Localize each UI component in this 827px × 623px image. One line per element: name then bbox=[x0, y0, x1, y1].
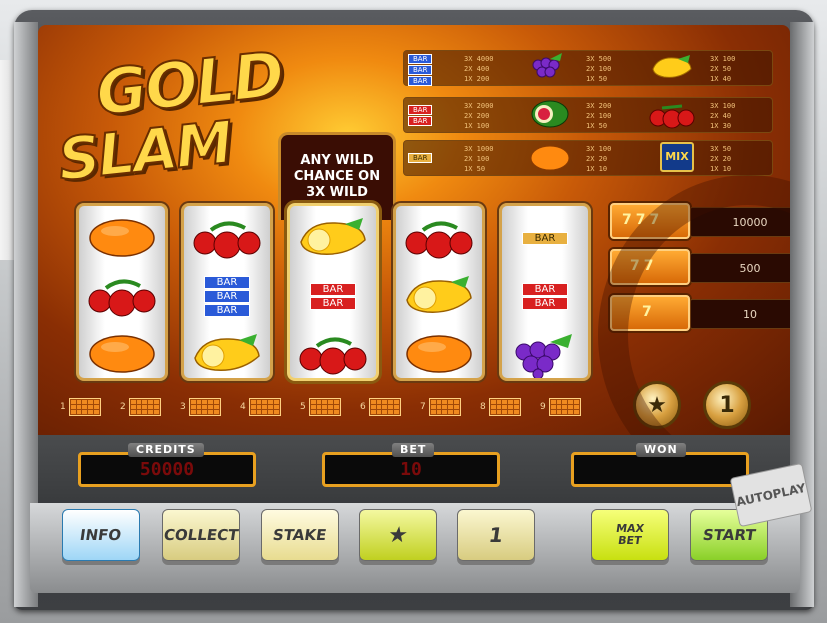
reel-2-symbol-3 bbox=[184, 325, 270, 383]
won-label: WON bbox=[636, 443, 686, 457]
reel-2-symbol-2: BAR BAR BAR bbox=[184, 267, 270, 325]
collect-button[interactable]: COLLECT bbox=[162, 509, 240, 561]
stake-button[interactable]: STAKE bbox=[261, 509, 339, 561]
payline-number: 8 bbox=[480, 402, 486, 412]
reel-2-symbol-1 bbox=[184, 209, 270, 267]
mix-icon: MIX bbox=[660, 142, 694, 172]
melon-icon bbox=[528, 98, 572, 134]
paytable-grapes: 3X 500 2X 100 1X 50 bbox=[586, 55, 612, 83]
payline-number: 3 bbox=[180, 402, 186, 412]
reel-5-symbol-2: BAR BAR bbox=[502, 267, 588, 325]
game-screen: GOLD SLAM ANY WILD CHANCE ON 3X WILD BAR… bbox=[38, 25, 790, 435]
max-bet-button[interactable]: MAX BET bbox=[591, 509, 669, 561]
stake-button-label: STAKE bbox=[272, 526, 328, 544]
paytable-melon: 3X 200 2X 100 1X 50 bbox=[586, 102, 612, 130]
orange-icon bbox=[528, 143, 572, 177]
bonus-77: 77 bbox=[610, 249, 690, 285]
bonus-777: 777 bbox=[610, 203, 690, 239]
payline-4: 4 bbox=[240, 397, 281, 417]
payline-9: 9 bbox=[540, 397, 581, 417]
reel-4-symbol-3 bbox=[396, 325, 482, 383]
payline-number: 6 bbox=[360, 402, 366, 412]
bet-meter: 10 bbox=[322, 452, 500, 487]
reel-1-symbol-3 bbox=[79, 325, 165, 383]
paytable-blue-bar: 3X 4000 2X 400 1X 200 bbox=[464, 55, 494, 83]
payline-1: 1 bbox=[60, 397, 101, 417]
reel-5-symbol-3 bbox=[502, 325, 588, 383]
wild-notice-line3: 3X WILD bbox=[306, 185, 368, 200]
payline-7: 7 bbox=[420, 397, 461, 417]
start-button-label: START bbox=[701, 526, 757, 544]
payline-number: 2 bbox=[120, 402, 126, 412]
reel-4-symbol-1 bbox=[396, 209, 482, 267]
reel-1-symbol-1 bbox=[79, 209, 165, 267]
paytable-cherries: 3X 100 2X 40 1X 30 bbox=[710, 102, 736, 130]
payline-5: 5 bbox=[300, 397, 341, 417]
paytable-orange: 3X 100 2X 20 1X 10 bbox=[586, 145, 612, 173]
star-coin[interactable]: ★ bbox=[633, 381, 681, 429]
collect-button-label: COLLECT bbox=[162, 526, 240, 544]
bonus-777-value: 10000 bbox=[690, 207, 790, 237]
logo-slam: SLAM bbox=[54, 107, 236, 195]
payline-number: 7 bbox=[420, 402, 426, 412]
paytable-gold-bar: 3X 1000 2X 100 1X 50 bbox=[464, 145, 494, 173]
paytable-lemon: 3X 100 2X 50 1X 40 bbox=[710, 55, 736, 83]
payline-6: 6 bbox=[360, 397, 401, 417]
wild-notice-line2: CHANCE ON bbox=[293, 169, 381, 184]
reel-3-symbol-2: BAR BAR bbox=[290, 267, 376, 325]
payline-2: 2 bbox=[120, 397, 161, 417]
reel-3-symbol-3 bbox=[290, 325, 376, 383]
bonus-77-value: 500 bbox=[690, 253, 790, 283]
info-button-label: INFO bbox=[79, 526, 123, 544]
payline-number: 5 bbox=[300, 402, 306, 412]
reel-1-symbol-2 bbox=[79, 267, 165, 325]
red-bar-icon: BAR BAR bbox=[408, 105, 433, 126]
grapes-icon bbox=[528, 51, 568, 87]
bonus-7-value: 10 bbox=[690, 299, 790, 329]
star-button[interactable]: ★ bbox=[359, 509, 437, 561]
credits-label: CREDITS bbox=[128, 443, 204, 457]
payline-number: 1 bbox=[60, 402, 66, 412]
payline-3: 3 bbox=[180, 397, 221, 417]
payline-number: 4 bbox=[240, 402, 246, 412]
payline-8: 8 bbox=[480, 397, 521, 417]
paytable-mix: 3X 50 2X 20 1X 10 bbox=[710, 145, 732, 173]
one-coin[interactable]: 1 bbox=[703, 381, 751, 429]
one-icon: 1 bbox=[487, 523, 505, 547]
blue-bar-icon: BAR BAR BAR bbox=[408, 54, 433, 86]
credits-meter: 50000 bbox=[78, 452, 256, 487]
star-icon: ★ bbox=[386, 522, 410, 548]
wild-notice-line1: ANY WILD bbox=[300, 153, 374, 168]
info-button[interactable]: INFO bbox=[62, 509, 140, 561]
won-meter bbox=[571, 452, 749, 487]
reel-3-symbol-1 bbox=[290, 209, 376, 267]
bet-label: BET bbox=[392, 443, 435, 457]
lemon-icon bbox=[650, 53, 694, 85]
reel-4-symbol-2 bbox=[396, 267, 482, 325]
one-button[interactable]: 1 bbox=[457, 509, 535, 561]
payline-number: 9 bbox=[540, 402, 546, 412]
cherries-icon bbox=[648, 100, 698, 134]
bonus-7: 7 bbox=[610, 295, 690, 331]
reel-5-symbol-1: BAR bbox=[502, 209, 588, 267]
paytable-red-bar: 3X 2000 2X 200 1X 100 bbox=[464, 102, 494, 130]
gold-bar-icon: BAR bbox=[408, 153, 433, 163]
